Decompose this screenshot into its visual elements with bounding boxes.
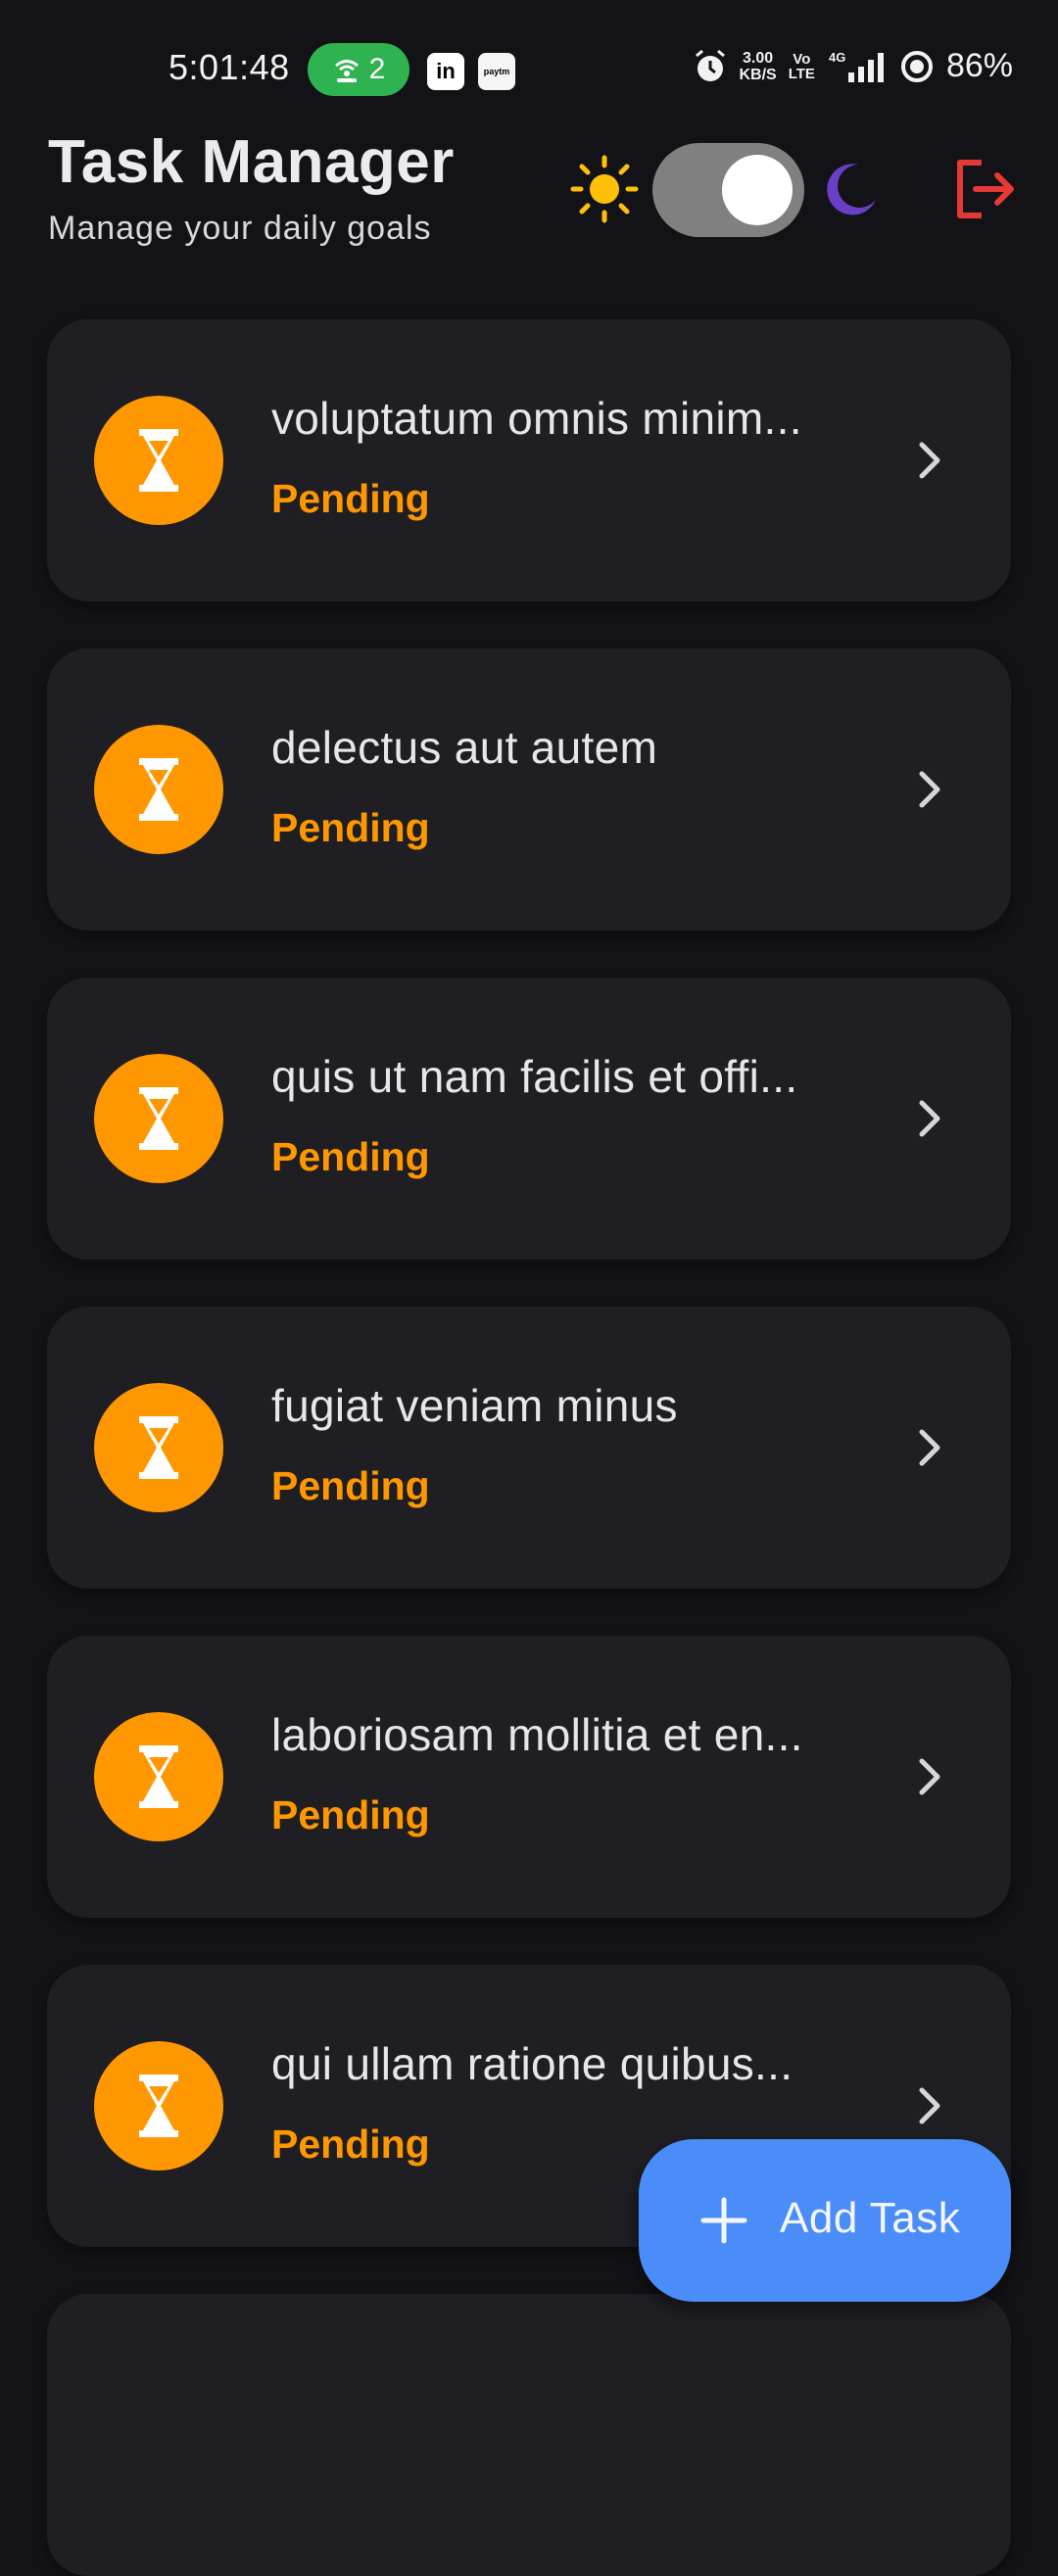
battery-ring-icon <box>900 50 933 82</box>
status-right-cluster: 3.00 KB/S Vo LTE 4G 86% <box>694 47 1013 85</box>
moon-icon <box>827 164 876 215</box>
hourglass-icon <box>139 1416 178 1479</box>
task-card[interactable]: delectus aut autem Pending <box>47 648 1011 930</box>
linkedin-icon: in <box>427 53 464 90</box>
task-status-avatar <box>94 396 223 525</box>
paytm-icon: paytm <box>478 53 515 90</box>
chevron-right-icon <box>919 1758 940 1795</box>
task-status: Pending <box>271 476 430 521</box>
task-card-partial[interactable] <box>47 2294 1011 2576</box>
status-time: 5:01:48 <box>168 47 290 87</box>
plus-icon <box>700 2197 747 2244</box>
theme-toggle-thumb <box>722 155 793 225</box>
task-status-avatar <box>94 2041 223 2171</box>
task-status: Pending <box>271 1792 430 1837</box>
volte-top: Vo <box>793 50 811 68</box>
task-title: laboriosam mollitia et en... <box>271 1709 803 1760</box>
task-title: delectus aut autem <box>271 722 658 773</box>
signal-icon: 4G <box>829 50 884 82</box>
chevron-right-icon <box>919 771 940 808</box>
hourglass-icon <box>139 758 178 821</box>
hourglass-icon <box>139 429 178 492</box>
network-speed-unit: KB/S <box>739 66 777 83</box>
volte-bottom: LTE <box>788 65 815 82</box>
task-card[interactable]: fugiat veniam minus Pending <box>47 1307 1011 1589</box>
task-card[interactable]: quis ut nam facilis et offi... Pending <box>47 978 1011 1260</box>
hourglass-icon <box>139 2075 178 2137</box>
task-status: Pending <box>271 805 430 850</box>
task-status-avatar <box>94 1383 223 1512</box>
hotspot-count: 2 <box>368 53 386 85</box>
add-task-label: Add Task <box>780 2194 961 2242</box>
hotspot-badge: 2 <box>308 43 409 96</box>
chevron-right-icon <box>919 1429 940 1466</box>
task-status-avatar <box>94 1712 223 1841</box>
page-subtitle: Manage your daily goals <box>48 210 432 247</box>
hourglass-icon <box>139 1087 178 1150</box>
logout-icon[interactable] <box>952 157 1017 221</box>
task-status: Pending <box>271 1463 430 1508</box>
task-card[interactable]: voluptatum omnis minim... Pending <box>47 319 1011 601</box>
task-card[interactable]: laboriosam mollitia et en... Pending <box>47 1636 1011 1918</box>
hotspot-icon <box>334 60 359 82</box>
task-status: Pending <box>271 2122 430 2167</box>
chevron-right-icon <box>919 2087 940 2124</box>
add-task-button[interactable]: Add Task <box>639 2139 1011 2302</box>
svg-text:4G: 4G <box>829 50 845 65</box>
task-title: fugiat veniam minus <box>271 1380 678 1431</box>
task-title: quis ut nam facilis et offi... <box>271 1051 798 1102</box>
task-status-avatar <box>94 1054 223 1183</box>
chevron-right-icon <box>919 1100 940 1137</box>
task-status: Pending <box>271 1134 430 1179</box>
hourglass-icon <box>139 1745 178 1808</box>
network-speed: 3.00 KB/S <box>739 50 776 83</box>
battery-percent: 86% <box>945 47 1013 84</box>
network-speed-value: 3.00 <box>743 49 774 67</box>
page-title: Task Manager <box>48 128 455 196</box>
task-status-avatar <box>94 725 223 854</box>
alarm-icon <box>696 49 726 81</box>
chevron-right-icon <box>919 442 940 479</box>
task-title: qui ullam ratione quibus... <box>271 2038 794 2089</box>
theme-toggle[interactable] <box>652 143 804 237</box>
sun-icon <box>570 155 639 223</box>
task-title: voluptatum omnis minim... <box>271 393 802 444</box>
status-bar: 5:01:48 2 in paytm 3.00 KB/S Vo LTE 4G 8… <box>0 0 1058 127</box>
volte-indicator: Vo LTE <box>789 52 815 81</box>
